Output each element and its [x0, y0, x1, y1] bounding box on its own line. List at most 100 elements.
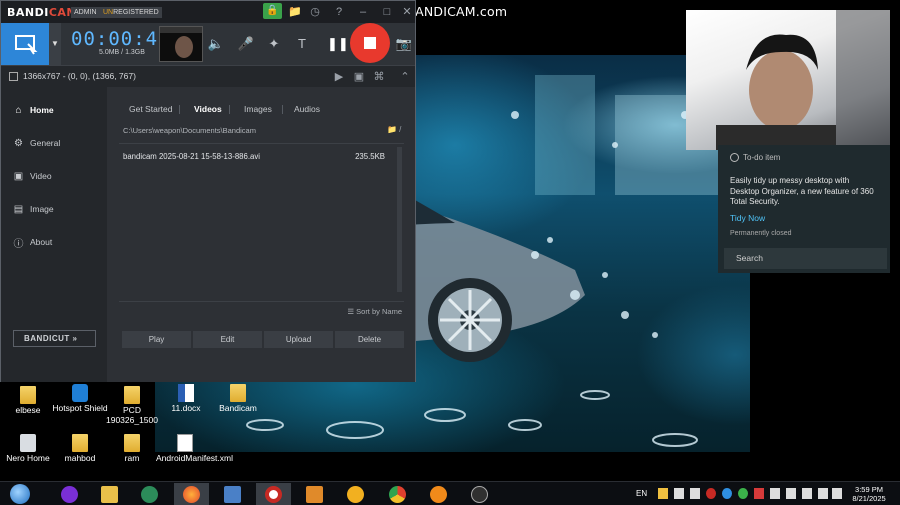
- sidebar-item-label: General: [30, 138, 61, 148]
- tab-divider: [229, 105, 230, 114]
- tray-folder-icon[interactable]: [658, 488, 668, 499]
- tray-app-icon[interactable]: [738, 488, 748, 499]
- permanently-closed-link[interactable]: Permanently closed: [730, 230, 890, 237]
- list-item[interactable]: bandicam 2025-08-21 15-58-13-886.avi 235…: [119, 150, 391, 164]
- stop-icon: [364, 37, 376, 49]
- play-button[interactable]: Play: [122, 331, 191, 348]
- taskbar-app[interactable]: [421, 483, 456, 505]
- tray-app-icon[interactable]: [690, 488, 700, 499]
- taskbar-app[interactable]: [338, 483, 373, 505]
- tray-app-icon[interactable]: [674, 488, 684, 499]
- desktop-icon-pcd[interactable]: PCD 190326_1500: [104, 386, 160, 425]
- taskbar-app[interactable]: [215, 483, 250, 505]
- tab-images[interactable]: Images: [244, 104, 272, 114]
- taskbar-player[interactable]: [297, 483, 332, 505]
- delete-button[interactable]: Delete: [335, 331, 404, 348]
- image-icon: ▤: [13, 203, 24, 215]
- close-icon[interactable]: ✕: [399, 4, 415, 20]
- taskbar-app[interactable]: [52, 483, 87, 505]
- taskbar-firefox[interactable]: [174, 483, 209, 505]
- speaker-icon[interactable]: 🔈: [207, 35, 225, 53]
- taskbar: EN 3:59 PM 8/21/2025: [0, 481, 900, 505]
- start-button[interactable]: [2, 483, 37, 505]
- taskbar-bandicam[interactable]: [256, 483, 291, 505]
- firefox-icon: [183, 485, 200, 503]
- flag-icon[interactable]: [802, 488, 812, 499]
- desktop-icon-bandicam[interactable]: Bandicam: [210, 384, 266, 414]
- broadcast-icon[interactable]: ⌘: [371, 69, 387, 85]
- clock-icon[interactable]: ◷: [307, 4, 323, 20]
- capture-resolution: 1366x767 - (0, 0), (1366, 767): [23, 71, 136, 81]
- network-app-icon: [224, 485, 241, 503]
- unregistered-badge: UNREGISTERED: [100, 7, 162, 18]
- desktop-icon-label: Nero Home: [6, 453, 50, 463]
- file-name: bandicam 2025-08-21 15-58-13-886.avi: [123, 152, 260, 161]
- todo-item[interactable]: To-do item: [730, 153, 890, 162]
- battery-icon[interactable]: [786, 488, 796, 499]
- folder-icon[interactable]: 📁: [287, 4, 303, 20]
- taskbar-explorer[interactable]: [92, 483, 127, 505]
- minimize-icon[interactable]: –: [355, 4, 371, 20]
- webcam-thumbnail[interactable]: [159, 26, 203, 62]
- desktop-icon-androidmanifest[interactable]: AndroidManifest.xml: [156, 434, 233, 464]
- desktop-icon-hotspot-shield[interactable]: Hotspot Shield: [52, 384, 108, 414]
- open-folder-icon[interactable]: 📁 /: [387, 125, 401, 134]
- desktop-icon-nero[interactable]: Nero Home: [0, 434, 56, 464]
- collapse-icon[interactable]: ⌃: [397, 69, 413, 85]
- list-scrollbar[interactable]: [397, 147, 402, 292]
- volume-icon[interactable]: [832, 488, 842, 499]
- xml-file-icon: [177, 434, 193, 452]
- admin-badge: ADMIN: [71, 7, 100, 18]
- title-bar[interactable]: BANDICAM ADMIN UNREGISTERED 🔒 📁 ◷ ? – □ …: [1, 1, 415, 23]
- upload-button[interactable]: Upload: [264, 331, 333, 348]
- taskbar-obs[interactable]: [462, 483, 497, 505]
- screen-mode-button[interactable]: [1, 23, 49, 65]
- recording-timer: 00:00:47: [71, 28, 171, 50]
- taskbar-app[interactable]: [132, 483, 167, 505]
- sidebar-item-about[interactable]: ⓘ About: [13, 235, 53, 250]
- taskbar-chrome[interactable]: [380, 483, 415, 505]
- microphone-icon[interactable]: 🎤: [237, 35, 255, 53]
- cursor-effect-icon[interactable]: ✦: [265, 35, 283, 53]
- tray-flag-icon[interactable]: [754, 488, 764, 499]
- tray-record-icon[interactable]: [706, 488, 716, 499]
- desktop-icon-mahbod[interactable]: mahbod: [52, 434, 108, 464]
- desktop-icon-ram[interactable]: ram: [104, 434, 160, 464]
- tab-get-started[interactable]: Get Started: [129, 104, 172, 114]
- file-list: bandicam 2025-08-21 15-58-13-886.avi 235…: [119, 143, 404, 293]
- picture-icon[interactable]: ▣: [351, 69, 367, 85]
- language-indicator[interactable]: EN: [636, 489, 647, 498]
- tab-audios[interactable]: Audios: [294, 104, 320, 114]
- tab-videos[interactable]: Videos: [194, 104, 222, 114]
- maximize-icon[interactable]: □: [379, 4, 395, 20]
- desktop-icon-elbese[interactable]: elbese: [0, 386, 56, 416]
- media-app-icon: [141, 485, 158, 503]
- list-icon: ☰: [347, 307, 355, 316]
- network-icon[interactable]: [818, 488, 828, 499]
- folder-icon: [124, 434, 140, 452]
- sidebar-item-general[interactable]: ⚙ General: [13, 136, 60, 150]
- notification-search-input[interactable]: Search: [724, 248, 887, 269]
- help-icon[interactable]: ?: [331, 4, 347, 20]
- tidy-now-link[interactable]: Tidy Now: [730, 213, 890, 223]
- desktop-icon-label: elbese: [15, 405, 41, 415]
- lock-icon[interactable]: 🔒: [263, 3, 282, 19]
- sidebar-item-image[interactable]: ▤ Image: [13, 202, 54, 216]
- sidebar-item-video[interactable]: ▣ Video: [13, 169, 52, 183]
- sort-by-button[interactable]: ☰ Sort by Name: [119, 301, 404, 316]
- toolbar: ▼ 00:00:47 5.0MB / 1.3GB 🔈 🎤 ✦ T ❚❚ 📷: [1, 23, 415, 65]
- tray-app-icon[interactable]: [770, 488, 780, 499]
- sidebar-item-home[interactable]: ⌂ Home: [13, 103, 53, 117]
- pause-icon[interactable]: ❚❚: [327, 35, 349, 53]
- taskbar-clock[interactable]: 3:59 PM 8/21/2025: [846, 485, 892, 503]
- bandicut-button[interactable]: BANDICUT »: [13, 330, 96, 347]
- edit-button[interactable]: Edit: [193, 331, 262, 348]
- tray-app-icon[interactable]: [722, 488, 732, 499]
- mode-dropdown-arrow[interactable]: ▼: [49, 23, 61, 65]
- text-overlay-icon[interactable]: T: [293, 35, 311, 53]
- stop-record-button[interactable]: [350, 23, 390, 63]
- camera-icon[interactable]: 📷: [395, 35, 413, 53]
- video-camera-icon[interactable]: ▶: [331, 69, 347, 85]
- capture-info-bar: 1366x767 - (0, 0), (1366, 767) ▶ ▣ ⌘ ⌃: [1, 65, 415, 87]
- desktop-icon-docx[interactable]: 11.docx: [158, 384, 214, 414]
